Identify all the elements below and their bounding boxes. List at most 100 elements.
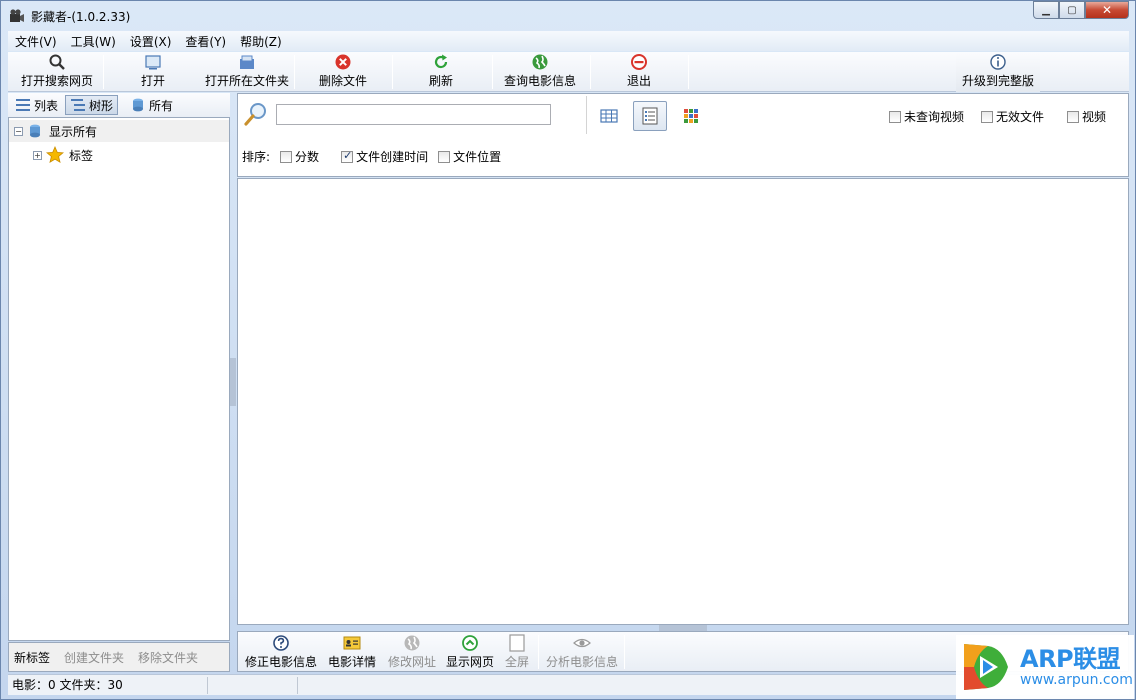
tree-item-show-all[interactable]: − 显示所有 [9,120,229,142]
magnifier-icon [244,103,266,126]
menu-settings[interactable]: 设置(X) [123,33,179,50]
menu-tools[interactable]: 工具(W) [64,33,123,50]
movie-details-label: 电影详情 [327,655,376,669]
tree-icon [71,99,86,111]
toolbar-separator [590,55,591,89]
tree-item-label: 标签 [69,148,94,163]
sort-location[interactable]: 文件位置 [438,148,501,165]
video-label: 视频 [1082,110,1107,124]
globe-icon [404,635,420,651]
main-toolbar: 打开搜索网页 打开 打开所在文件夹 删除文件 刷新 查询电影信息 退出 升级到完… [8,52,1129,92]
toolbar-separator [688,55,689,89]
invalid-file-label: 无效文件 [996,110,1045,124]
exit-label: 退出 [626,74,651,88]
refresh-button[interactable]: 刷新 [416,52,466,92]
unqueried-video-label: 未查询视频 [904,110,965,124]
filter-unqueried-video[interactable]: 未查询视频 [889,108,964,125]
toolbar-separator [538,635,539,669]
minimize-icon: ▁ [1042,4,1050,16]
view-table-button[interactable] [592,101,626,131]
tab-tree-label: 树形 [89,98,114,113]
tree-panel: − 显示所有 + 标签 [8,117,230,641]
sort-options: 排序: 分数 文件创建时间 文件位置 [242,148,501,165]
open-label: 打开 [140,74,165,88]
tab-all-label: 所有 [149,98,174,113]
menu-file[interactable]: 文件(V) [8,33,64,50]
modify-url-button[interactable]: 修改网址 [386,632,438,672]
unqueried-video-checkbox[interactable] [889,110,901,123]
status-summary: 电影：0 文件夹：30 [8,676,208,694]
minimize-button[interactable]: ▁ [1033,1,1059,19]
expand-icon[interactable]: + [33,150,42,160]
sort-score[interactable]: 分数 [280,148,319,165]
sort-created-time[interactable]: 文件创建时间 [341,148,428,165]
movie-details-button[interactable]: 电影详情 [326,632,378,672]
invalid-file-checkbox[interactable] [981,110,993,123]
sort-location-checkbox[interactable] [438,150,451,163]
watermark-brand: ARP联盟 [1020,645,1121,673]
filter-invalid-file[interactable]: 无效文件 [981,108,1044,125]
window-controls: ▁ ▢ ✕ [1033,1,1129,19]
analyze-movie-info-label: 分析电影信息 [545,655,618,669]
sort-label: 排序: [242,150,271,164]
view-grid-button[interactable] [674,101,708,131]
filter-video[interactable]: 视频 [1067,108,1106,125]
remove-folder-button[interactable]: 移除文件夹 [138,649,198,666]
fullscreen-button[interactable]: 全屏 [500,632,534,672]
sort-score-checkbox[interactable] [280,150,293,163]
query-movie-info-button[interactable]: 查询电影信息 [500,52,580,92]
delete-icon [335,54,351,70]
toolbar-separator [103,55,104,89]
id-card-icon [343,636,361,650]
movie-list-area[interactable] [237,178,1129,625]
sort-created-time-checkbox[interactable] [341,149,354,163]
info-icon [990,54,1006,70]
upgrade-button[interactable]: 升级到完整版 [956,52,1040,92]
search-input[interactable] [276,104,551,125]
watermark-text: ARP联盟 www.arpun.com [1020,646,1133,688]
show-webpage-button[interactable]: 显示网页 [444,632,496,672]
sort-location-label: 文件位置 [453,150,502,164]
tab-list[interactable]: 列表 [11,95,62,115]
fix-movie-info-button[interactable]: 修正电影信息 [244,632,318,672]
vertical-splitter-handle[interactable] [230,358,236,406]
tree-item-tags[interactable]: + 标签 [9,144,229,166]
view-detail-button[interactable] [633,101,667,131]
star-icon [46,146,64,164]
collapse-icon[interactable]: − [14,126,23,136]
watermark-url: www.arpun.com [1020,672,1133,688]
maximize-button[interactable]: ▢ [1059,1,1085,19]
title-bar: 影藏者-(1.0.2.33) ▁ ▢ ✕ [1,1,1135,31]
menu-view[interactable]: 查看(Y) [178,33,233,50]
tab-tree[interactable]: 树形 [65,95,119,115]
delete-file-button[interactable]: 删除文件 [308,52,378,92]
create-folder-button[interactable]: 创建文件夹 [64,649,124,666]
upgrade-label: 升级到完整版 [961,74,1034,88]
open-search-web-button[interactable]: 打开搜索网页 [14,52,100,92]
close-button[interactable]: ✕ [1085,1,1129,19]
modify-url-label: 修改网址 [387,655,436,669]
database-icon [30,124,40,138]
grid-view-icon [684,109,698,123]
menu-help[interactable]: 帮助(Z) [233,33,289,50]
left-view-tabs: 列表 树形 所有 [8,93,230,117]
folder-icon [240,55,254,69]
up-arrow-circle-icon [462,635,478,651]
analyze-movie-info-button[interactable]: 分析电影信息 [544,632,620,672]
app-logo-icon [10,9,24,22]
exit-icon [631,54,647,70]
search-panel: 未查询视频 无效文件 视频 排序: 分数 文件创建时间 文件位置 [237,93,1129,177]
show-webpage-label: 显示网页 [445,655,494,669]
tab-all[interactable]: 所有 [126,95,177,115]
video-checkbox[interactable] [1067,110,1079,123]
open-folder-button[interactable]: 打开所在文件夹 [200,52,294,92]
refresh-icon [434,54,448,69]
sort-created-time-label: 文件创建时间 [356,150,429,164]
toolbar-separator [624,635,625,669]
new-tag-button[interactable]: 新标签 [14,649,50,666]
open-folder-label: 打开所在文件夹 [204,74,289,88]
exit-button[interactable]: 退出 [614,52,664,92]
open-button[interactable]: 打开 [128,52,178,92]
detail-view-icon [642,107,658,125]
status-cell-empty [208,676,298,694]
